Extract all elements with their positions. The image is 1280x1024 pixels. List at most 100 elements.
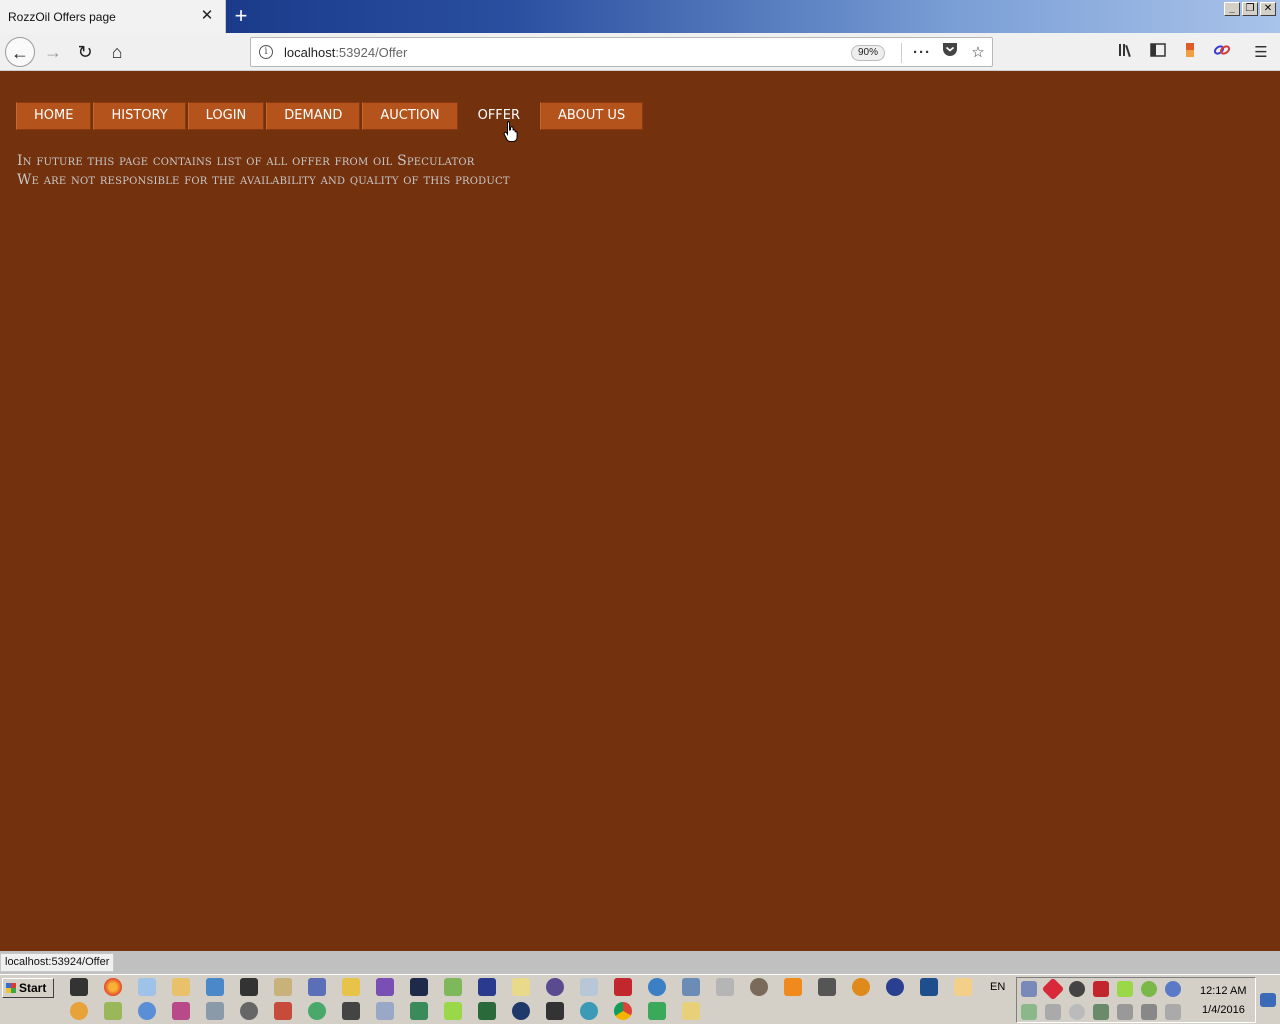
- url-text[interactable]: localhost:53924/Offer: [284, 45, 407, 60]
- menu-item-login[interactable]: LOGIN: [187, 102, 265, 130]
- app-icon[interactable]: [478, 978, 496, 996]
- app-icon[interactable]: [682, 978, 700, 996]
- tray-icon[interactable]: [1069, 1004, 1085, 1020]
- vlc-icon[interactable]: [784, 978, 802, 996]
- app-icon[interactable]: [410, 1002, 428, 1020]
- app-icon[interactable]: [648, 1002, 666, 1020]
- close-tab-icon[interactable]: ✕: [198, 7, 216, 25]
- app-icon[interactable]: [852, 978, 870, 996]
- home-button[interactable]: ⌂: [102, 37, 132, 67]
- app-icon[interactable]: [410, 978, 428, 996]
- app-icon[interactable]: [750, 978, 768, 996]
- app-icon[interactable]: [274, 978, 292, 996]
- tray-icon[interactable]: [1141, 981, 1157, 997]
- app-icon[interactable]: [308, 978, 326, 996]
- more-actions-icon[interactable]: ···: [911, 42, 933, 64]
- window-controls: _ ❐ ✕: [1224, 2, 1276, 16]
- bookmark-star-icon[interactable]: ☆: [967, 42, 989, 64]
- extension-link-icon[interactable]: [1211, 42, 1233, 64]
- tab-strip: RozzOil Offers page ✕ + _ ❐ ✕: [0, 0, 1280, 33]
- app-icon[interactable]: [648, 978, 666, 996]
- app-icon[interactable]: [172, 978, 190, 996]
- start-button[interactable]: Start: [2, 978, 54, 998]
- reload-button[interactable]: ↻: [70, 37, 100, 67]
- app-icon[interactable]: [104, 1002, 122, 1020]
- app-icon[interactable]: [206, 978, 224, 996]
- app-icon[interactable]: [342, 1002, 360, 1020]
- app-icon[interactable]: [342, 978, 360, 996]
- hand-cursor-icon: [503, 121, 518, 142]
- info-icon[interactable]: i: [259, 45, 273, 59]
- browser-tab[interactable]: RozzOil Offers page ✕: [0, 0, 226, 33]
- chrome-icon[interactable]: [614, 1002, 632, 1020]
- app-icon[interactable]: [206, 1002, 224, 1020]
- pocket-icon[interactable]: [939, 42, 961, 64]
- restore-button[interactable]: ❐: [1242, 2, 1258, 16]
- app-icon[interactable]: [546, 978, 564, 996]
- flag-icon[interactable]: [1141, 1004, 1157, 1020]
- sidebar-icon[interactable]: [1147, 42, 1169, 64]
- app-icon[interactable]: [478, 1002, 496, 1020]
- app-icon[interactable]: [512, 978, 530, 996]
- app-icon[interactable]: [138, 978, 156, 996]
- tray-icon[interactable]: [1117, 981, 1133, 997]
- minimize-button[interactable]: _: [1224, 2, 1240, 16]
- tray-icon[interactable]: [1045, 1004, 1061, 1020]
- app-icon[interactable]: [240, 978, 258, 996]
- tray-icon[interactable]: [1093, 981, 1109, 997]
- menu-item-history[interactable]: HISTORY: [93, 102, 186, 130]
- filezilla-icon[interactable]: [614, 978, 632, 996]
- app-icon[interactable]: [580, 1002, 598, 1020]
- tray-icon[interactable]: [1165, 981, 1181, 997]
- app-icon[interactable]: [444, 1002, 462, 1020]
- tray-icon[interactable]: [1021, 981, 1037, 997]
- app-icon[interactable]: [376, 1002, 394, 1020]
- folder-icon[interactable]: [682, 1002, 700, 1020]
- extension-icon[interactable]: [1179, 42, 1201, 64]
- clock-time[interactable]: 12:12 AM: [1200, 985, 1246, 997]
- zoom-indicator[interactable]: 90%: [851, 45, 886, 61]
- app-icon[interactable]: [308, 1002, 326, 1020]
- app-icon[interactable]: [954, 978, 972, 996]
- app-icon[interactable]: [70, 1002, 88, 1020]
- menu-item-auction[interactable]: AUCTION: [362, 102, 458, 130]
- tray-icon[interactable]: [1069, 981, 1085, 997]
- menu-item-demand[interactable]: DEMAND: [266, 102, 361, 130]
- app-icon[interactable]: [138, 1002, 156, 1020]
- windows-logo-icon: [6, 983, 16, 993]
- menu-item-offer[interactable]: OFFER: [459, 102, 539, 130]
- volume-icon[interactable]: [1117, 1004, 1133, 1020]
- app-icon[interactable]: [920, 978, 938, 996]
- app-icon[interactable]: [240, 1002, 258, 1020]
- forward-button[interactable]: →: [38, 37, 68, 67]
- address-bar[interactable]: i localhost:53924/Offer 90% ··· ☆: [250, 37, 993, 67]
- network-icon[interactable]: [1165, 1004, 1181, 1020]
- clock-date[interactable]: 1/4/2016: [1202, 1004, 1245, 1016]
- language-indicator[interactable]: EN: [990, 981, 1005, 993]
- nav-toolbar: ← → ↻ ⌂ i localhost:53924/Offer 90% ··· …: [0, 33, 1280, 71]
- tray-icon[interactable]: [1041, 977, 1065, 1001]
- app-icon[interactable]: [274, 1002, 292, 1020]
- lock-icon[interactable]: [546, 1002, 564, 1020]
- app-icon[interactable]: [172, 1002, 190, 1020]
- app-icon[interactable]: [716, 978, 734, 996]
- app-icon[interactable]: [512, 1002, 530, 1020]
- close-window-button[interactable]: ✕: [1260, 2, 1276, 16]
- menu-item-about-us[interactable]: ABOUT US: [540, 102, 644, 130]
- menu-item-home[interactable]: HOME: [16, 102, 92, 130]
- back-button[interactable]: ←: [5, 37, 35, 67]
- library-icon[interactable]: [1115, 42, 1137, 64]
- app-icon[interactable]: [444, 978, 462, 996]
- show-desktop-icon[interactable]: [1260, 993, 1276, 1007]
- tray-icon[interactable]: [1021, 1004, 1037, 1020]
- reload-icon: ↻: [77, 42, 93, 62]
- tray-icon[interactable]: [1093, 1004, 1109, 1020]
- visual-studio-icon[interactable]: [376, 978, 394, 996]
- new-tab-button[interactable]: +: [230, 4, 252, 28]
- app-icon[interactable]: [580, 978, 598, 996]
- app-icon[interactable]: [886, 978, 904, 996]
- cmd-icon[interactable]: [70, 978, 88, 996]
- firefox-icon[interactable]: [104, 978, 122, 996]
- hamburger-menu-icon[interactable]: ☰: [1250, 42, 1272, 64]
- app-icon[interactable]: [818, 978, 836, 996]
